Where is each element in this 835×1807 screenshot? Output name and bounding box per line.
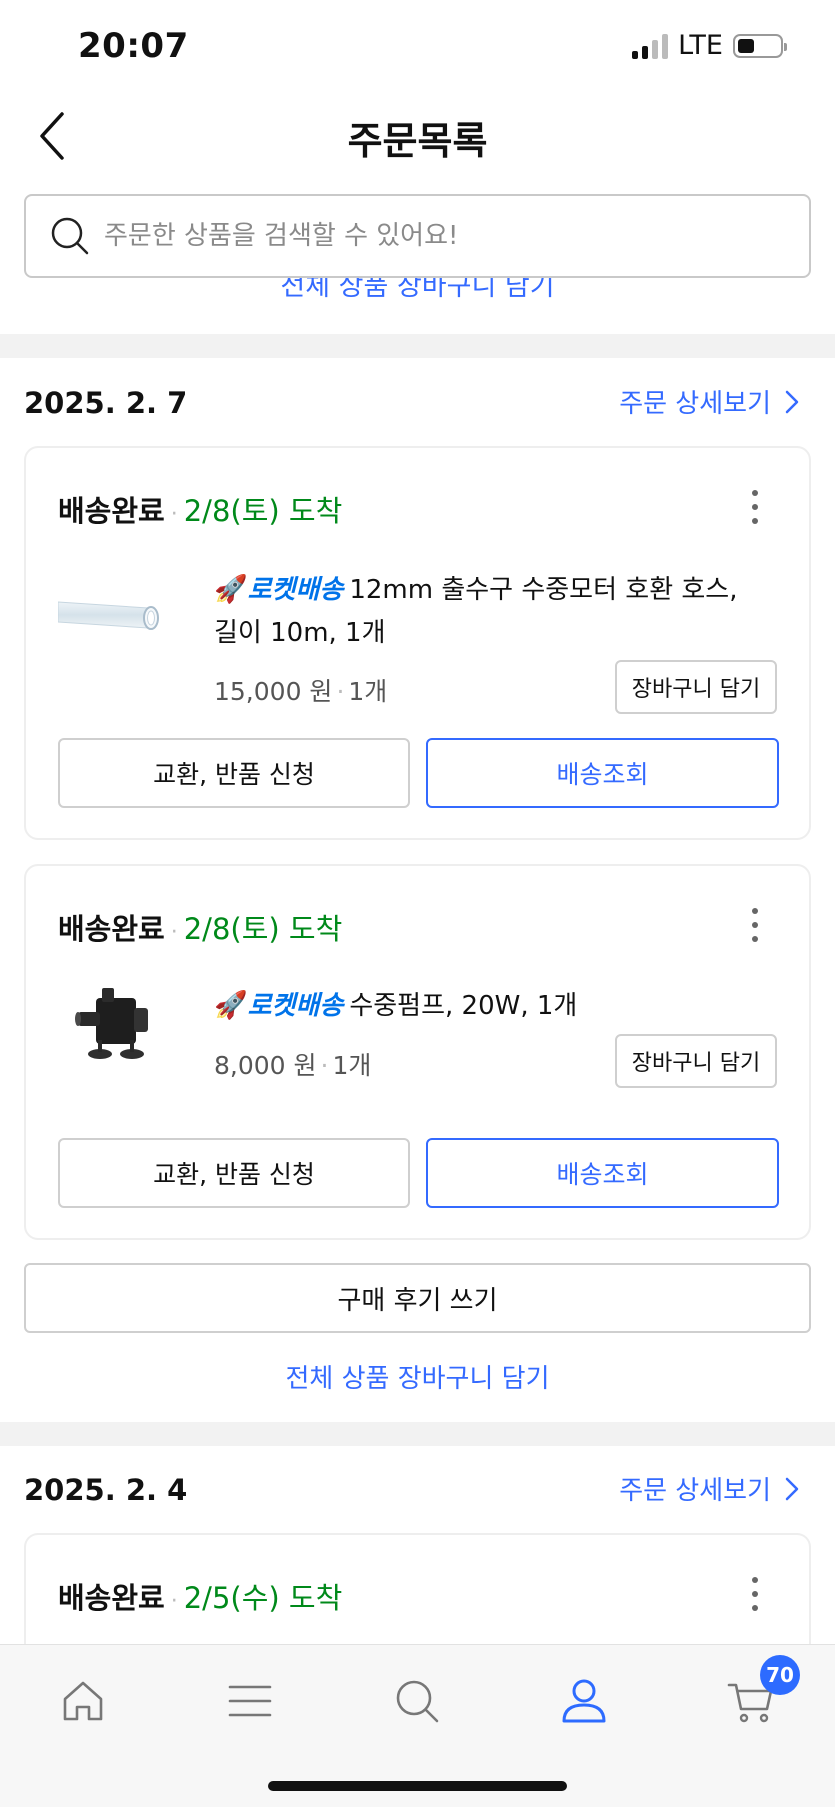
product-price: 8,000 원 <box>214 1051 317 1080</box>
home-icon <box>63 1681 103 1721</box>
section-divider <box>0 1422 835 1446</box>
status-label: 배송완료 <box>58 1581 165 1615</box>
delivery-status: 배송완료 · 2/8(토) 도착 <box>58 906 342 948</box>
more-options-icon[interactable] <box>751 1577 759 1611</box>
arrival-date: 2/8(토) 도착 <box>183 912 343 946</box>
order-date: 2025. 2. 7 <box>24 386 188 420</box>
section-divider <box>0 334 835 358</box>
bottom-tab-bar: 70 <box>0 1644 835 1807</box>
delivery-status: 배송완료 · 2/5(수) 도착 <box>58 1575 342 1617</box>
rocket-delivery-badge: 로켓배송 <box>247 575 344 605</box>
nav-header: 주문목록 <box>0 96 835 174</box>
product-image-pump[interactable] <box>58 978 168 1088</box>
track-delivery-button[interactable]: 배송조회 <box>426 738 779 808</box>
chevron-right-icon <box>785 390 799 413</box>
tab-menu[interactable] <box>220 1671 280 1731</box>
more-options-icon[interactable] <box>751 490 759 524</box>
status-time: 20:07 <box>78 26 189 66</box>
add-to-cart-button[interactable]: 장바구니 담기 <box>615 1034 777 1088</box>
order-detail-link[interactable]: 주문 상세보기 <box>619 383 801 420</box>
product-qty: 1개 <box>348 677 388 706</box>
shipment-card: 배송완료 · 2/8(토) 도착 🚀로켓배송 12mm 출수구 수중모터 호환 호… <box>24 446 811 840</box>
write-review-button[interactable]: 구매 후기 쓰기 <box>24 1263 811 1333</box>
rocket-icon: 🚀 <box>214 990 248 1021</box>
tab-search[interactable] <box>387 1671 447 1731</box>
shipment-card: 배송완료 · 2/8(토) 도착 🚀로켓배송 수중펌프, 20W, 1개 8,00… <box>24 864 811 1240</box>
signal-icon <box>632 33 669 59</box>
product-price: 15,000 원 <box>214 677 333 706</box>
cart-all-link-partial[interactable]: 전체 상품 장바구니 담기 <box>0 278 835 304</box>
arrival-date: 2/5(수) 도착 <box>183 1581 343 1615</box>
page-title: 주문목록 <box>347 119 488 163</box>
search-bar[interactable] <box>24 194 811 278</box>
menu-icon <box>228 1685 272 1717</box>
price-qty: 8,000 원 · 1개 <box>214 1051 372 1080</box>
status-label: 배송완료 <box>58 494 165 528</box>
search-icon <box>396 1680 439 1723</box>
status-label: 배송완료 <box>58 912 165 946</box>
tab-my-account[interactable] <box>554 1671 614 1731</box>
delivery-status: 배송완료 · 2/8(토) 도착 <box>58 488 342 530</box>
rocket-icon: 🚀 <box>214 574 248 605</box>
order-detail-link[interactable]: 주문 상세보기 <box>619 1470 801 1507</box>
network-label: LTE <box>678 30 723 61</box>
exchange-return-button[interactable]: 교환, 반품 신청 <box>58 738 410 808</box>
battery-icon <box>733 33 787 58</box>
track-delivery-button[interactable]: 배송조회 <box>426 1138 779 1208</box>
arrival-date: 2/8(토) 도착 <box>183 494 343 528</box>
cart-count-badge: 70 <box>760 1655 800 1695</box>
tab-home[interactable] <box>53 1671 113 1731</box>
status-bar: 20:07 LTE <box>0 0 835 96</box>
product-qty: 1개 <box>332 1051 372 1080</box>
status-indicators: LTE <box>632 30 787 61</box>
product-name[interactable]: 🚀로켓배송 12mm 출수구 수중모터 호환 호스, 길이 10m, 1개 <box>214 568 769 655</box>
price-qty: 15,000 원 · 1개 <box>214 677 388 706</box>
home-indicator[interactable] <box>268 1781 567 1791</box>
product-name[interactable]: 🚀로켓배송 수중펌프, 20W, 1개 <box>214 984 769 1028</box>
exchange-return-button[interactable]: 교환, 반품 신청 <box>58 1138 410 1208</box>
search-icon <box>51 217 89 255</box>
search-input[interactable] <box>104 221 809 251</box>
rocket-delivery-badge: 로켓배송 <box>247 991 344 1021</box>
order-date: 2025. 2. 4 <box>24 1473 188 1507</box>
more-options-icon[interactable] <box>751 908 759 942</box>
cart-all-link[interactable]: 전체 상품 장바구니 담기 <box>0 1358 835 1395</box>
product-image-hose[interactable] <box>58 564 168 674</box>
add-to-cart-button[interactable]: 장바구니 담기 <box>615 660 777 714</box>
user-icon <box>562 1679 606 1723</box>
chevron-right-icon <box>785 1477 799 1500</box>
